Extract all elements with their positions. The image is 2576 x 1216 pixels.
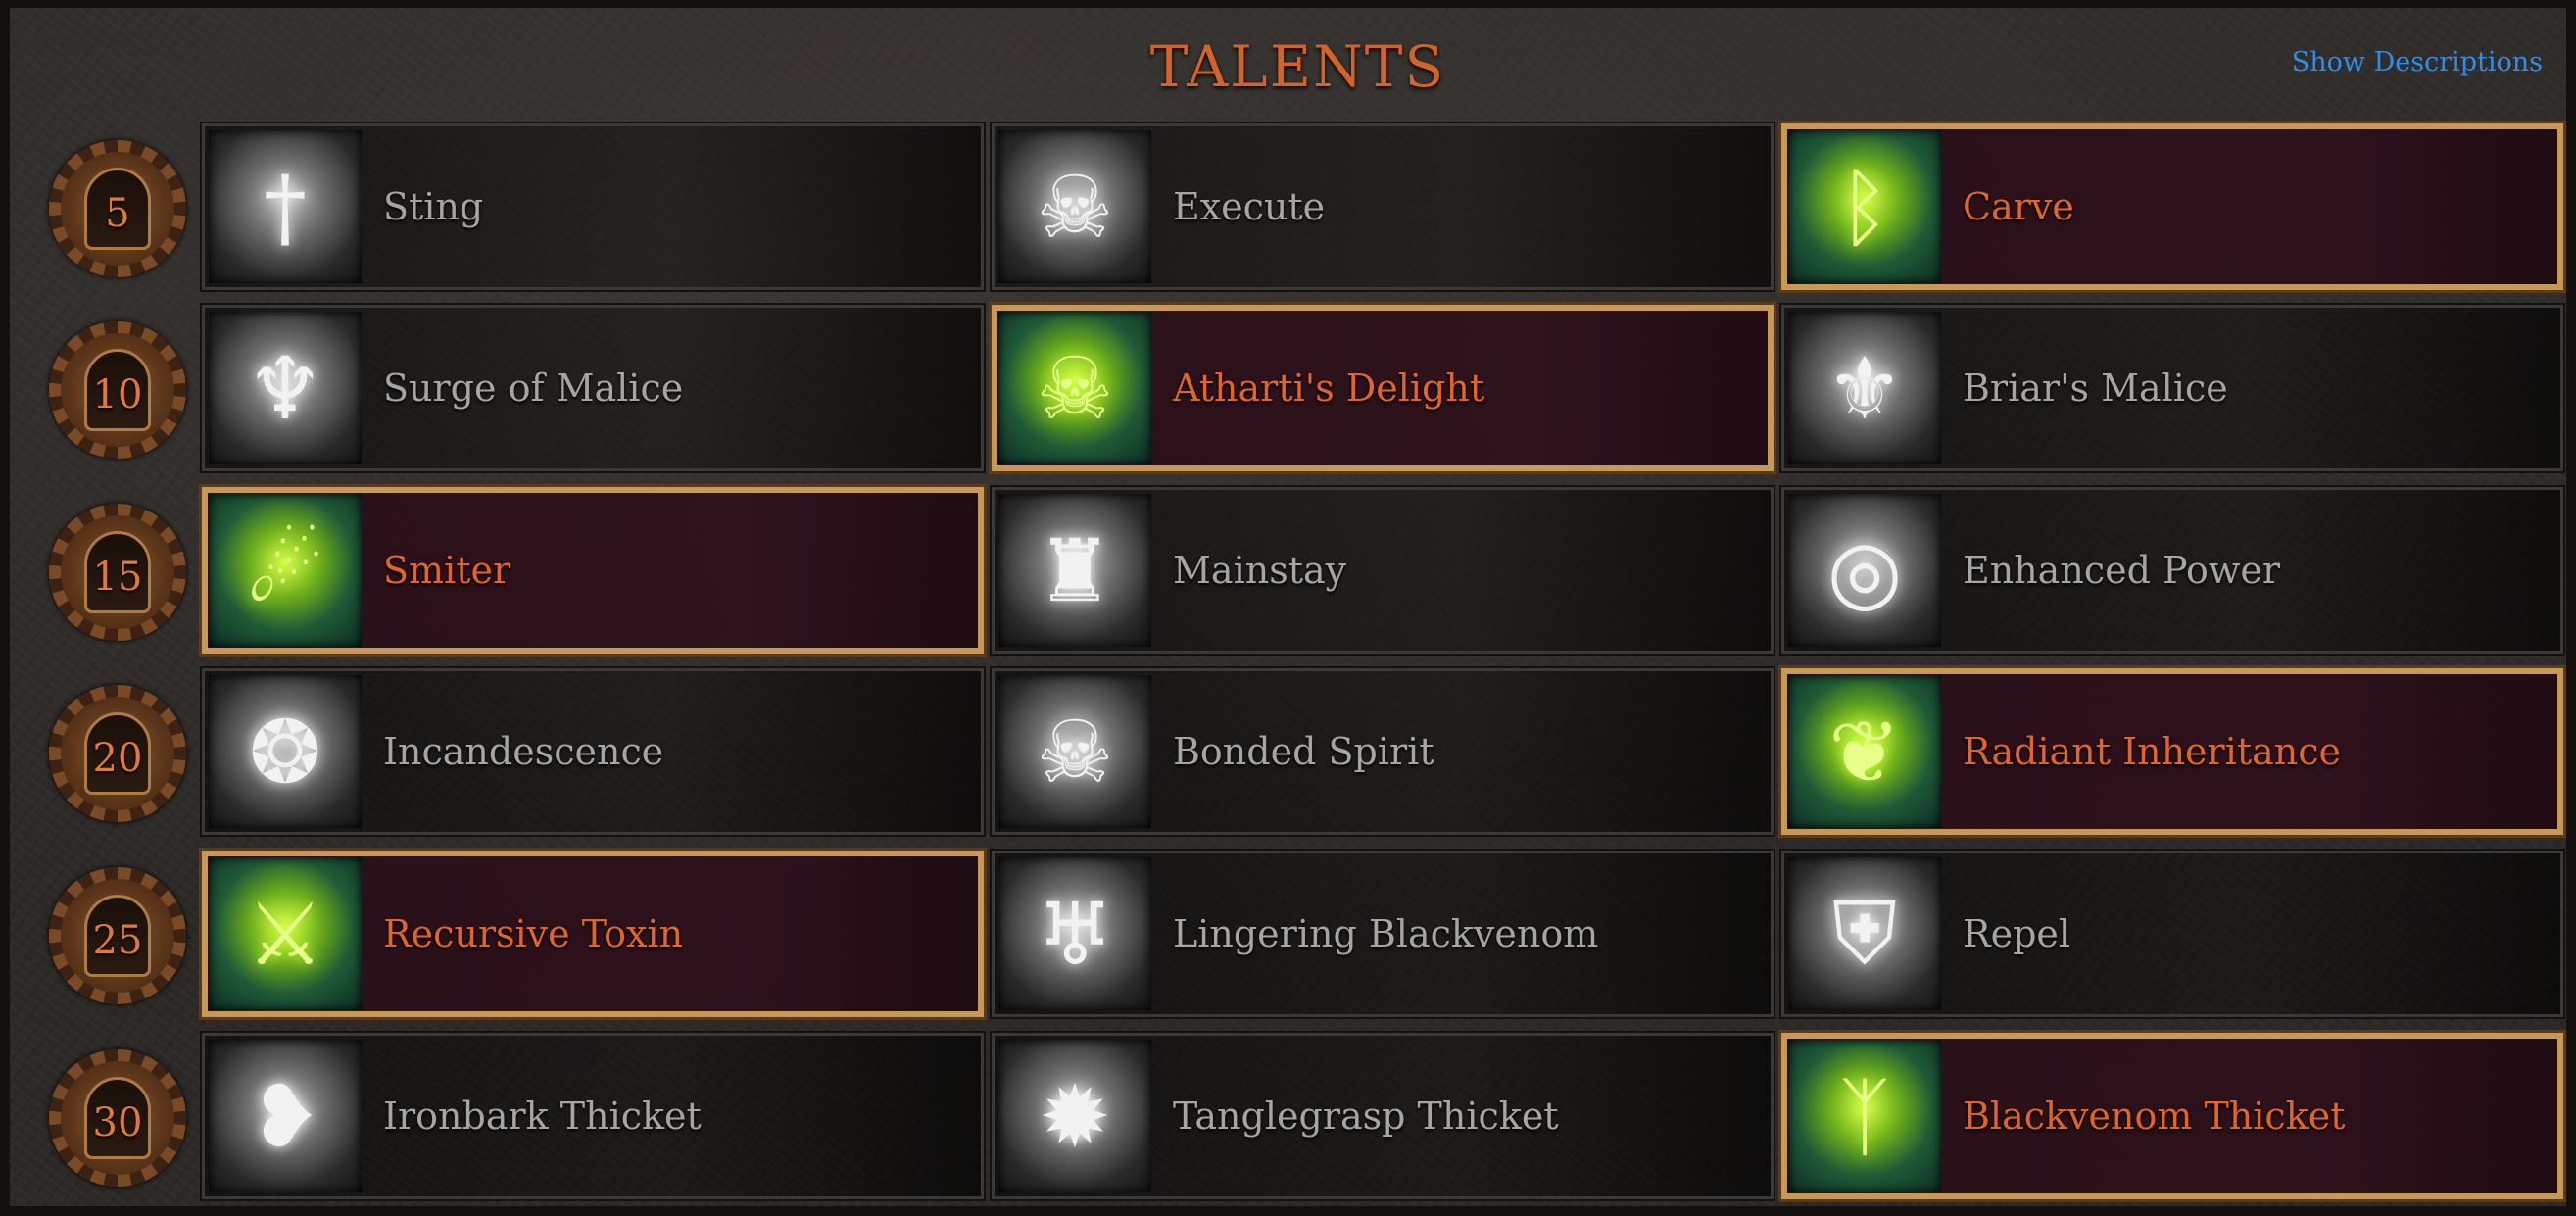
talent-option[interactable]: ♅ Lingering Blackvenom xyxy=(990,849,1775,1019)
level-number: 30 xyxy=(92,1100,143,1145)
talent-option[interactable]: ☠ Bonded Spirit xyxy=(990,666,1775,837)
talent-name: Lingering Blackvenom xyxy=(1173,912,1599,955)
talent-option[interactable]: ☠ Atharti's Delight xyxy=(989,302,1776,474)
talent-name: Carve xyxy=(1963,185,2074,228)
thorned-heart-icon: ❥ xyxy=(209,1040,362,1192)
talent-name: Ironbark Thicket xyxy=(383,1094,702,1138)
dagger-icon: † xyxy=(209,130,362,283)
venom-glyph-icon: ᛉ xyxy=(1788,1040,1941,1192)
spiral-flame-icon: ❂ xyxy=(209,675,362,828)
page-title: TALENTS xyxy=(1149,33,1446,100)
talent-name: Radiant Inheritance xyxy=(1963,730,2342,773)
talent-option[interactable]: ❥ Ironbark Thicket xyxy=(200,1031,986,1201)
talent-option[interactable]: ☠ Execute xyxy=(990,122,1775,292)
talent-option[interactable]: ❦ Radiant Inheritance xyxy=(1778,665,2566,838)
talent-name: Incandescence xyxy=(383,730,664,773)
talent-option[interactable]: ♆ Surge of Malice xyxy=(200,303,986,473)
talent-option[interactable]: ᛉ Blackvenom Thicket xyxy=(1778,1030,2566,1202)
level-number: 15 xyxy=(92,555,143,600)
talent-name: Repel xyxy=(1963,912,2071,955)
talent-name: Surge of Malice xyxy=(383,366,684,410)
talent-option[interactable]: ✹ Tanglegrasp Thicket xyxy=(990,1031,1775,1201)
talent-name: Atharti's Delight xyxy=(1173,366,1485,410)
arc-strike-icon: ☄ xyxy=(209,494,362,647)
talent-name: Smiter xyxy=(383,549,511,592)
level-badge: 5 xyxy=(49,140,186,277)
level-badge: 10 xyxy=(49,321,186,459)
level-badge: 25 xyxy=(49,867,186,1004)
level-badge: 15 xyxy=(49,504,186,641)
glowing-skull-icon: ☠ xyxy=(998,312,1151,464)
thorn-ring-icon: ✹ xyxy=(998,1040,1151,1192)
talents-panel: TALENTS Show Descriptions 5 † Sting ☠ Execut… xyxy=(0,0,2576,1216)
swirl-orb-icon: ◎ xyxy=(1788,494,1941,647)
level-badge: 30 xyxy=(49,1049,186,1187)
talent-name: Execute xyxy=(1173,185,1326,228)
talent-name: Briar's Malice xyxy=(1963,366,2228,410)
talent-option[interactable]: † Sting xyxy=(200,122,986,292)
talent-option[interactable]: ◎ Enhanced Power xyxy=(1779,485,2565,656)
rune-icon: ᛒ xyxy=(1788,130,1941,283)
shield-rune-icon: ⛨ xyxy=(1788,857,1941,1010)
radiant-tree-icon: ❦ xyxy=(1788,675,1941,828)
hooded-figure-icon: ♜ xyxy=(998,494,1151,647)
talent-option[interactable]: ☄ Smiter xyxy=(199,484,987,657)
talent-option[interactable]: ♜ Mainstay xyxy=(990,485,1775,656)
venom-spirits-icon: ♅ xyxy=(998,857,1151,1010)
level-number: 20 xyxy=(92,736,143,781)
talent-name: Mainstay xyxy=(1173,549,1347,592)
talent-name: Recursive Toxin xyxy=(383,912,684,955)
spirit-skull-icon: ☠ xyxy=(998,675,1151,828)
talent-name: Bonded Spirit xyxy=(1173,730,1434,773)
show-descriptions-link[interactable]: Show Descriptions xyxy=(2292,47,2543,77)
talent-option[interactable]: ᛒ Carve xyxy=(1778,121,2566,293)
level-badge: 20 xyxy=(49,685,186,822)
level-number: 25 xyxy=(92,918,143,963)
toxic-blade-icon: ⚔ xyxy=(209,857,362,1010)
flame-sigil-icon: ♆ xyxy=(209,312,362,464)
helmed-skull-icon: ☠ xyxy=(998,130,1151,283)
talent-option[interactable]: ⚜ Briar's Malice xyxy=(1779,303,2565,473)
talent-option[interactable]: ⛨ Repel xyxy=(1779,849,2565,1019)
talent-name: Enhanced Power xyxy=(1963,549,2281,592)
talent-name: Tanglegrasp Thicket xyxy=(1173,1094,1559,1138)
talent-option[interactable]: ❂ Incandescence xyxy=(200,666,986,837)
level-number: 10 xyxy=(92,372,143,417)
talent-name: Blackvenom Thicket xyxy=(1963,1094,2346,1138)
talent-option[interactable]: ⚔ Recursive Toxin xyxy=(199,848,987,1020)
thorn-sigil-icon: ⚜ xyxy=(1788,312,1941,464)
level-number: 5 xyxy=(105,191,130,236)
talent-name: Sting xyxy=(383,185,484,228)
